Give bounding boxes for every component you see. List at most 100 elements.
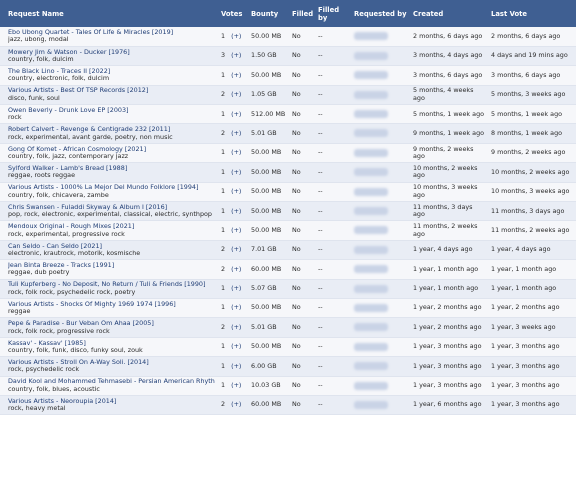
request-tags[interactable]: rock, experimental, progressive rock xyxy=(8,231,215,238)
request-tags[interactable]: rock, folk rock, psychedelic rock, poetr… xyxy=(8,289,215,296)
request-tags[interactable]: country, folk, blues, acoustic xyxy=(8,386,215,393)
request-title-link[interactable]: Gong Of Komet - African Cosmology [2021] xyxy=(8,146,215,153)
request-tags[interactable]: reggae, roots reggae xyxy=(8,172,215,179)
vote-plus-button[interactable]: (+) xyxy=(231,381,241,389)
vote-plus-button[interactable]: (+) xyxy=(231,148,241,156)
request-tags[interactable]: rock, folk rock, progressive rock xyxy=(8,328,215,335)
vote-plus-button[interactable]: (+) xyxy=(231,51,241,59)
requested-by-user-link[interactable] xyxy=(354,207,388,215)
vote-plus-button[interactable]: (+) xyxy=(231,245,241,253)
request-name-cell: Gong Of Komet - African Cosmology [2021]… xyxy=(0,143,218,164)
request-tags[interactable]: country, folk, funk, disco, funky soul, … xyxy=(8,347,215,354)
requested-by-user-link[interactable] xyxy=(354,32,388,41)
request-tags[interactable]: pop, rock, electronic, experimental, cla… xyxy=(8,211,215,218)
request-tags[interactable]: country, folk, dulcim xyxy=(8,56,215,63)
vote-plus-button[interactable]: (+) xyxy=(231,129,241,137)
requested-by-user-link[interactable] xyxy=(354,129,388,138)
requested-by-cell xyxy=(351,85,410,106)
filled-cell: No xyxy=(289,27,315,47)
request-title-link[interactable]: The Black Lino - Traces II [2022] xyxy=(8,68,215,75)
vote-plus-button[interactable]: (+) xyxy=(231,90,241,98)
request-title-link[interactable]: Various Artists - Best Of TSP Records [2… xyxy=(8,87,215,94)
requested-by-user-link[interactable] xyxy=(354,187,388,196)
requested-by-user-link[interactable] xyxy=(354,323,388,332)
request-tags[interactable]: rock xyxy=(8,114,215,121)
table-row: Various Artists - 1000% La Mejor Del Mun… xyxy=(0,182,576,203)
column-header-last-vote[interactable]: Last Vote xyxy=(488,0,576,27)
request-tags[interactable]: electronic, krautrock, motorik, kosmisch… xyxy=(8,250,215,257)
vote-plus-button[interactable]: (+) xyxy=(231,110,241,118)
table-row: Kassav' - Kassav' [1985] country, folk, … xyxy=(0,337,576,358)
request-title-link[interactable]: Jean Binta Breeze - Tracks [1991] xyxy=(8,262,215,269)
request-title-link[interactable]: Mendoux Original - Rough Mixes [2021] xyxy=(8,223,215,230)
requested-by-user-link[interactable] xyxy=(354,90,388,99)
requested-by-user-link[interactable] xyxy=(354,110,388,119)
vote-plus-button[interactable]: (+) xyxy=(231,32,241,40)
vote-plus-button[interactable]: (+) xyxy=(231,207,241,215)
requested-by-cell xyxy=(351,279,410,299)
bounty-cell: 50.00 MB xyxy=(248,298,289,319)
requested-by-user-link[interactable] xyxy=(354,148,388,157)
bounty-cell: 6.00 GB xyxy=(248,356,289,377)
request-title-link[interactable]: Tuli Kupferberg - No Deposit, No Return … xyxy=(8,281,215,288)
request-tags[interactable]: rock, experimental, avant garde, poetry,… xyxy=(8,134,215,141)
request-title-link[interactable]: Various Artists - Shocks Of Mighty 1969 … xyxy=(8,301,215,308)
requested-by-user-link[interactable] xyxy=(354,51,388,60)
requested-by-user-link[interactable] xyxy=(354,71,388,80)
vote-plus-button[interactable]: (+) xyxy=(231,187,241,195)
vote-plus-button[interactable]: (+) xyxy=(231,400,241,408)
request-tags[interactable]: rock, psychedelic rock xyxy=(8,366,215,373)
request-name-cell: Mowery Jim & Watson - Ducker [1976] coun… xyxy=(0,46,218,67)
request-tags[interactable]: reggae xyxy=(8,308,215,315)
request-title-link[interactable]: Kassav' - Kassav' [1985] xyxy=(8,340,215,347)
created-cell: 1 year, 2 months ago xyxy=(410,298,488,319)
vote-plus-button[interactable]: (+) xyxy=(231,323,241,331)
last-vote-cell: 1 year, 4 days ago xyxy=(488,240,576,261)
column-header-bounty[interactable]: Bounty xyxy=(248,0,289,27)
request-tags[interactable]: reggae, dub poetry xyxy=(8,269,215,276)
requested-by-user-link[interactable] xyxy=(354,284,388,293)
request-title-link[interactable]: Can Seldo - Can Seldo [2021] xyxy=(8,243,215,250)
vote-plus-button[interactable]: (+) xyxy=(231,226,241,234)
request-tags[interactable]: country, electronic, folk, dulcim xyxy=(8,75,215,82)
column-header-created[interactable]: Created xyxy=(410,0,488,27)
requested-by-user-link[interactable] xyxy=(354,168,388,177)
requested-by-user-link[interactable] xyxy=(354,342,388,351)
requested-by-user-link[interactable] xyxy=(354,265,388,274)
requested-by-user-link[interactable] xyxy=(354,362,388,371)
request-tags[interactable]: country, folk, jazz, contemporary jazz xyxy=(8,153,215,160)
vote-plus-button[interactable]: (+) xyxy=(231,362,241,370)
vote-plus-button[interactable]: (+) xyxy=(231,284,241,292)
request-tags[interactable]: jazz, ubong, modal xyxy=(8,36,215,43)
requested-by-user-link[interactable] xyxy=(354,303,388,312)
vote-plus-button[interactable]: (+) xyxy=(231,342,241,350)
column-header-votes[interactable]: Votes xyxy=(218,0,248,27)
request-title-link[interactable]: Owen Beverly - Drunk Love EP [2003] xyxy=(8,107,215,114)
request-title-link[interactable]: David Kool and Mohammed Tehmasebi - Pers… xyxy=(8,378,215,385)
filled-cell: No xyxy=(289,162,315,183)
request-title-link[interactable]: Robert Calvert - Revenge & Centigrade 23… xyxy=(8,126,215,133)
created-cell: 1 year, 3 months ago xyxy=(410,376,488,396)
request-title-link[interactable]: Various Artists - Neoroupia [2014] xyxy=(8,398,215,405)
request-title-link[interactable]: Pepe & Paradise - Bur Veban Om Ahaa [200… xyxy=(8,320,215,327)
requested-by-user-link[interactable] xyxy=(354,245,388,254)
request-tags[interactable]: rock, heavy metal xyxy=(8,405,215,412)
request-title-link[interactable]: Ebo Ubong Quartet - Tales Of Life & Mira… xyxy=(8,29,215,36)
request-title-link[interactable]: Sylford Walker - Lamb's Bread [1988] xyxy=(8,165,215,172)
vote-plus-button[interactable]: (+) xyxy=(231,168,241,176)
requested-by-user-link[interactable] xyxy=(354,226,388,235)
request-name-cell: Chris Swansen - Fuladdi Skyway & Album I… xyxy=(0,201,218,222)
request-title-link[interactable]: Various Artists - 1000% La Mejor Del Mun… xyxy=(8,184,215,191)
requested-by-user-link[interactable] xyxy=(354,400,388,409)
vote-plus-button[interactable]: (+) xyxy=(231,303,241,311)
request-tags[interactable]: disco, funk, soul xyxy=(8,95,215,102)
column-header-request-name[interactable]: Request Name xyxy=(0,0,218,27)
last-vote-cell: 5 months, 1 week ago xyxy=(488,104,576,125)
request-title-link[interactable]: Chris Swansen - Fuladdi Skyway & Album I… xyxy=(8,204,215,211)
request-tags[interactable]: country, folk, chicavera, zambe xyxy=(8,192,215,199)
vote-plus-button[interactable]: (+) xyxy=(231,71,241,79)
request-title-link[interactable]: Various Artists - Stroll On A-Way Soli. … xyxy=(8,359,215,366)
requested-by-user-link[interactable] xyxy=(354,381,388,390)
vote-plus-button[interactable]: (+) xyxy=(231,265,241,273)
request-title-link[interactable]: Mowery Jim & Watson - Ducker [1976] xyxy=(8,49,215,56)
